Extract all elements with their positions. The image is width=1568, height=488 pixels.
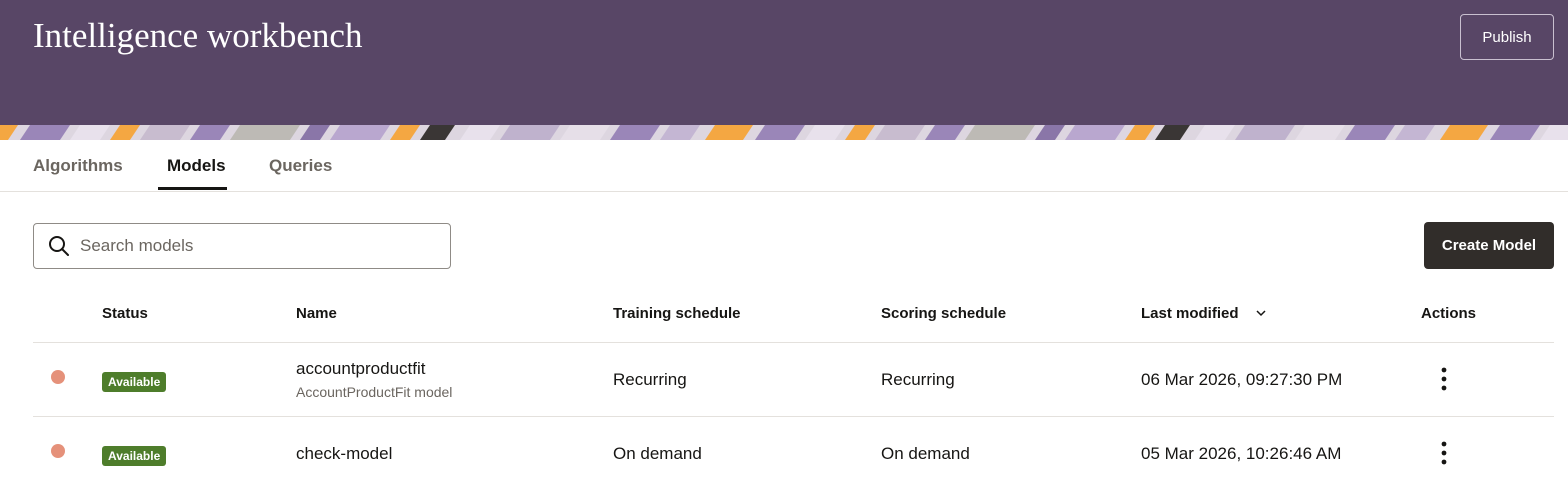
publish-button[interactable]: Publish bbox=[1460, 14, 1554, 60]
search-icon bbox=[49, 236, 69, 256]
model-name[interactable]: check-model bbox=[296, 444, 392, 464]
kebab-menu-icon[interactable] bbox=[1432, 365, 1456, 393]
status-dot bbox=[51, 444, 65, 458]
column-header-name[interactable]: Name bbox=[296, 305, 337, 322]
last-modified: 06 Mar 2026, 09:27:30 PM bbox=[1141, 370, 1343, 389]
column-header-scoring-schedule[interactable]: Scoring schedule bbox=[881, 305, 1006, 322]
active-tab-indicator bbox=[158, 187, 227, 190]
training-schedule: On demand bbox=[613, 444, 702, 463]
tab-queries[interactable]: Queries bbox=[269, 156, 332, 176]
scoring-schedule: On demand bbox=[881, 444, 970, 463]
app-header: Intelligence workbench Publish bbox=[0, 0, 1568, 125]
tab-algorithms[interactable]: Algorithms bbox=[33, 156, 123, 176]
column-header-status[interactable]: Status bbox=[102, 305, 148, 322]
column-header-last-modified[interactable]: Last modified bbox=[1141, 305, 1239, 322]
status-dot bbox=[51, 370, 65, 384]
status-badge: Available bbox=[102, 446, 167, 466]
page-title: Intelligence workbench bbox=[33, 16, 363, 55]
tab-bar: Algorithms Models Queries bbox=[0, 140, 1568, 192]
search-box bbox=[33, 223, 451, 269]
scoring-schedule: Recurring bbox=[881, 370, 955, 389]
model-name[interactable]: accountproductfit bbox=[296, 359, 425, 379]
row-divider bbox=[33, 416, 1554, 417]
banner-pattern bbox=[0, 125, 1568, 140]
row-divider bbox=[33, 342, 1554, 343]
chevron-down-icon[interactable] bbox=[1255, 307, 1267, 319]
model-description: AccountProductFit model bbox=[296, 384, 453, 400]
decorative-banner bbox=[0, 125, 1568, 140]
tab-models[interactable]: Models bbox=[167, 156, 226, 176]
training-schedule: Recurring bbox=[613, 370, 687, 389]
search-input[interactable] bbox=[80, 232, 440, 260]
kebab-menu-icon[interactable] bbox=[1432, 439, 1456, 467]
last-modified: 05 Mar 2026, 10:26:46 AM bbox=[1141, 444, 1342, 463]
status-badge: Available bbox=[102, 372, 167, 392]
column-header-actions: Actions bbox=[1421, 305, 1477, 322]
column-header-training-schedule[interactable]: Training schedule bbox=[613, 305, 741, 322]
create-model-button[interactable]: Create Model bbox=[1424, 222, 1554, 269]
